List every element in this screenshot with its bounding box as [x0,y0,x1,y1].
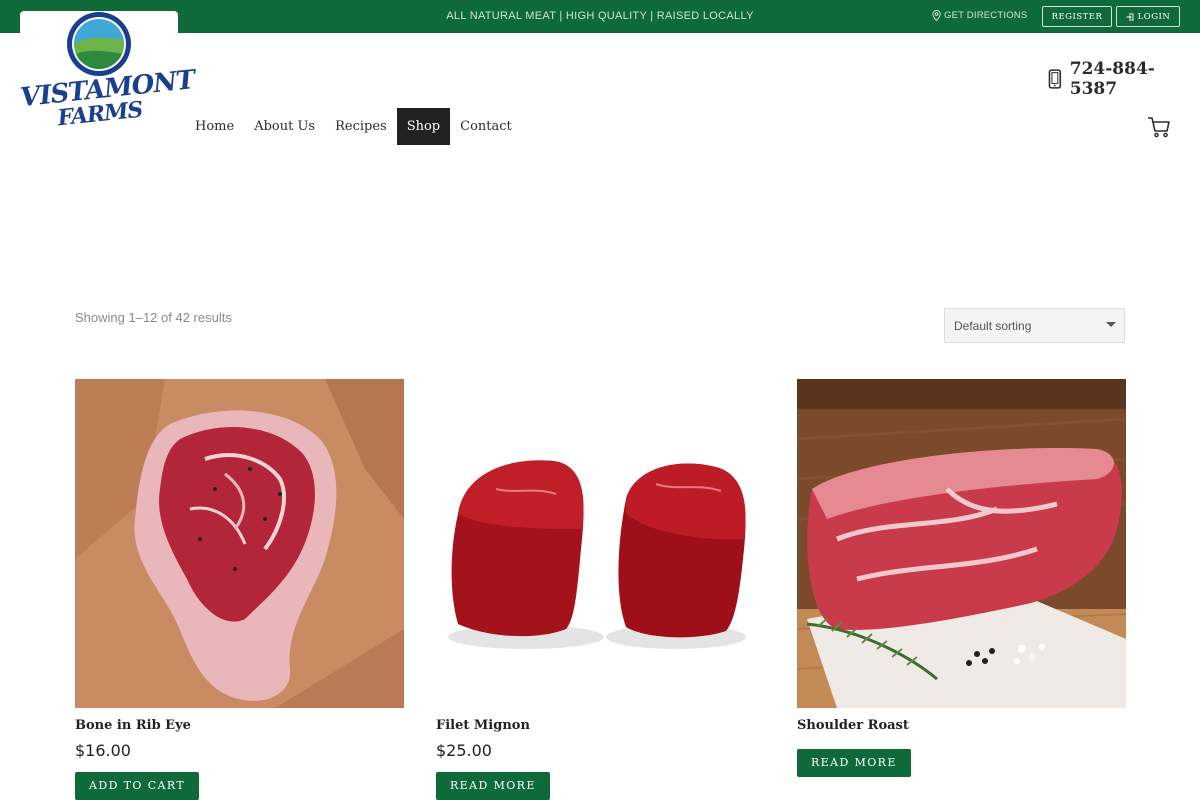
add-to-cart-button[interactable]: ADD TO CART [75,772,200,800]
nav-label: Home [195,119,235,134]
product-card: Bone in Rib Eye $16.00 ADD TO CART [75,379,404,800]
product-card: Filet Mignon $25.00 READ MORE [436,379,765,800]
mobile-phone-icon [1048,69,1062,89]
phone-number[interactable]: 724-884-5387 [1048,59,1200,99]
main-nav: Home About Us Recipes Shop Contact [185,108,522,145]
nav-item-contact[interactable]: Contact [450,108,522,145]
read-more-button[interactable]: READ MORE [436,772,550,800]
nav-label: Shop [406,119,441,134]
nav-item-home[interactable]: Home [185,108,244,145]
read-more-button[interactable]: READ MORE [797,749,911,777]
top-bar: ALL NATURAL MEAT | HIGH QUALITY | RAISED… [0,0,1200,33]
product-price: $16.00 [75,741,131,760]
nav-item-recipes[interactable]: Recipes [325,108,397,145]
results-count: Showing 1–12 of 42 results [75,310,232,325]
nav-item-shop[interactable]: Shop [396,108,451,145]
get-directions-link[interactable]: GET DIRECTIONS [932,10,1027,21]
shopping-cart-icon[interactable] [1147,116,1171,138]
site-logo[interactable]: VISTAMONT FARMS [19,11,196,149]
sorting-value: Default sorting [954,319,1032,333]
nav-label: Recipes [335,119,387,134]
login-label: LOGIN [1137,11,1171,22]
phone-number-text: 724-884-5387 [1069,59,1155,99]
nav-item-about-us[interactable]: About Us [244,108,325,145]
product-name[interactable]: Filet Mignon [436,718,765,733]
product-image[interactable] [75,379,404,708]
sorting-select[interactable]: Default sorting [944,308,1125,343]
product-image[interactable] [797,379,1126,708]
login-button[interactable]: LOGIN [1116,6,1180,27]
product-name[interactable]: Bone in Rib Eye [75,718,404,733]
product-card: Shoulder Roast READ MORE [797,379,1126,777]
product-name[interactable]: Shoulder Roast [797,718,1126,733]
product-image[interactable] [436,379,765,708]
get-directions-label: GET DIRECTIONS [944,10,1028,21]
register-label: REGISTER [1051,11,1103,22]
map-pin-icon [932,10,941,21]
register-button[interactable]: REGISTER [1042,6,1112,27]
nav-label: Contact [460,119,512,134]
login-icon [1126,13,1134,20]
product-price: $25.00 [436,741,492,760]
chevron-down-icon [1106,322,1116,327]
nav-label: About Us [254,119,316,134]
